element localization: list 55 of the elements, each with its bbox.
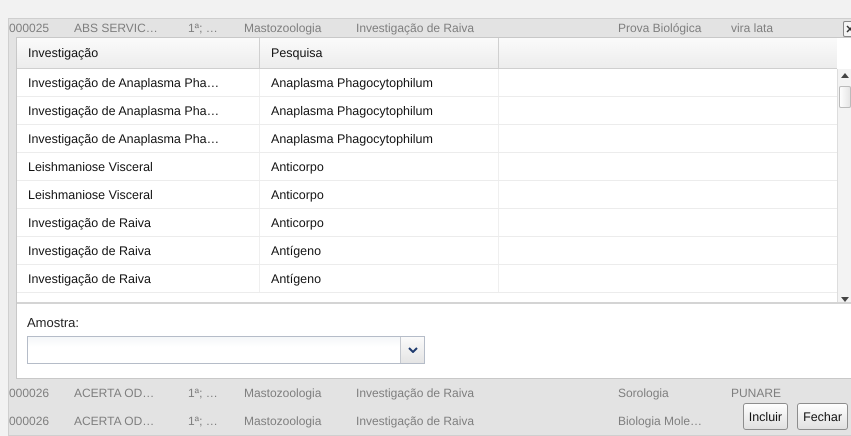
table-cell: Investigação de Anaplasma Pha… — [17, 69, 260, 96]
background-table-cell: ACERTA OD… — [74, 386, 154, 400]
table-row[interactable]: Investigação de Anaplasma Pha… Anaplasma Phagocytophilum — [17, 125, 837, 153]
background-table-cell: Investigação de Raiva — [356, 386, 474, 400]
dropdown-button[interactable] — [400, 337, 424, 363]
background-table-cell: 1ª; … — [188, 414, 218, 428]
table-row[interactable]: Investigação de Raiva Antígeno — [17, 237, 837, 265]
background-table-cell: Investigação de Raiva — [356, 414, 474, 428]
column-header[interactable]: Pesquisa — [260, 38, 499, 68]
background-table-cell: 000026 — [9, 414, 50, 428]
scroll-thumb[interactable] — [838, 86, 850, 108]
background-table-cell: PUNARE — [731, 386, 782, 400]
background-table-cell: Mastozoologia — [244, 414, 322, 428]
background-table-cell: Prova Biológica — [618, 21, 702, 35]
background-table-cell: 000026 — [9, 386, 50, 400]
table-cell: Antígeno — [260, 265, 499, 292]
background-table-cell: Mastozoologia — [244, 21, 322, 35]
background-table-cell: Mastozoologia — [244, 386, 322, 400]
table-row[interactable]: Investigação de Anaplasma Pha… Anaplasma Phagocytophilum — [17, 97, 837, 125]
table-cell: Anaplasma Phagocytophilum — [260, 69, 499, 96]
scrollbar[interactable] — [837, 69, 851, 302]
chevron-down-icon — [408, 347, 418, 353]
dialog-button[interactable]: Fechar — [797, 403, 848, 430]
table-cell: Investigação de Raiva — [17, 209, 260, 236]
table-cell: Leishmaniose Visceral — [17, 153, 260, 180]
table-row[interactable]: Leishmaniose Visceral Anticorpo — [17, 181, 837, 209]
table-cell: Leishmaniose Visceral — [17, 181, 260, 208]
background-table-cell: Biologia Mole… — [618, 414, 702, 428]
background-table-cell: ABS SERVIC… — [74, 21, 158, 35]
background-table-cell: 1ª; … — [188, 386, 218, 400]
table-cell: Investigação de Anaplasma Pha… — [17, 97, 260, 124]
background-table-cell: Sorologia — [618, 386, 669, 400]
table-cell: Anticorpo — [260, 181, 499, 208]
table-row[interactable]: Investigação de Raiva Anticorpo — [17, 209, 837, 237]
background-table-cell: 000025 — [9, 21, 50, 35]
table-row[interactable]: Investigação de Raiva Antígeno — [17, 265, 837, 293]
table-cell: Investigação de Raiva — [17, 237, 260, 264]
table-row[interactable]: Investigação de Anaplasma Pha… Anaplasma Phagocytophilum — [17, 69, 837, 97]
scroll-up-icon — [840, 73, 848, 78]
table-cell: Investigação de Raiva — [17, 265, 260, 292]
field-label: Amostra: — [27, 315, 80, 330]
column-header[interactable]: Investigação — [17, 38, 260, 68]
dialog-button[interactable]: Incluir — [742, 403, 788, 430]
table-cell: Anticorpo — [260, 153, 499, 180]
table-cell: Anticorpo — [260, 209, 499, 236]
background-table-cell: ACERTA OD… — [74, 414, 154, 428]
scroll-down-icon — [840, 297, 848, 302]
background-table-cell: vira lata — [731, 21, 774, 35]
background-table-cell: Investigação de Raiva — [356, 21, 474, 35]
table-cell: Anaplasma Phagocytophilum — [260, 125, 499, 152]
table-cell: Antígeno — [260, 237, 499, 264]
table-row[interactable]: Leishmaniose Visceral Anticorpo — [17, 153, 837, 181]
background-table-cell: 1ª; … — [188, 21, 218, 35]
table-cell: Anaplasma Phagocytophilum — [260, 97, 499, 124]
table-cell: Investigação de Anaplasma Pha… — [17, 125, 260, 152]
